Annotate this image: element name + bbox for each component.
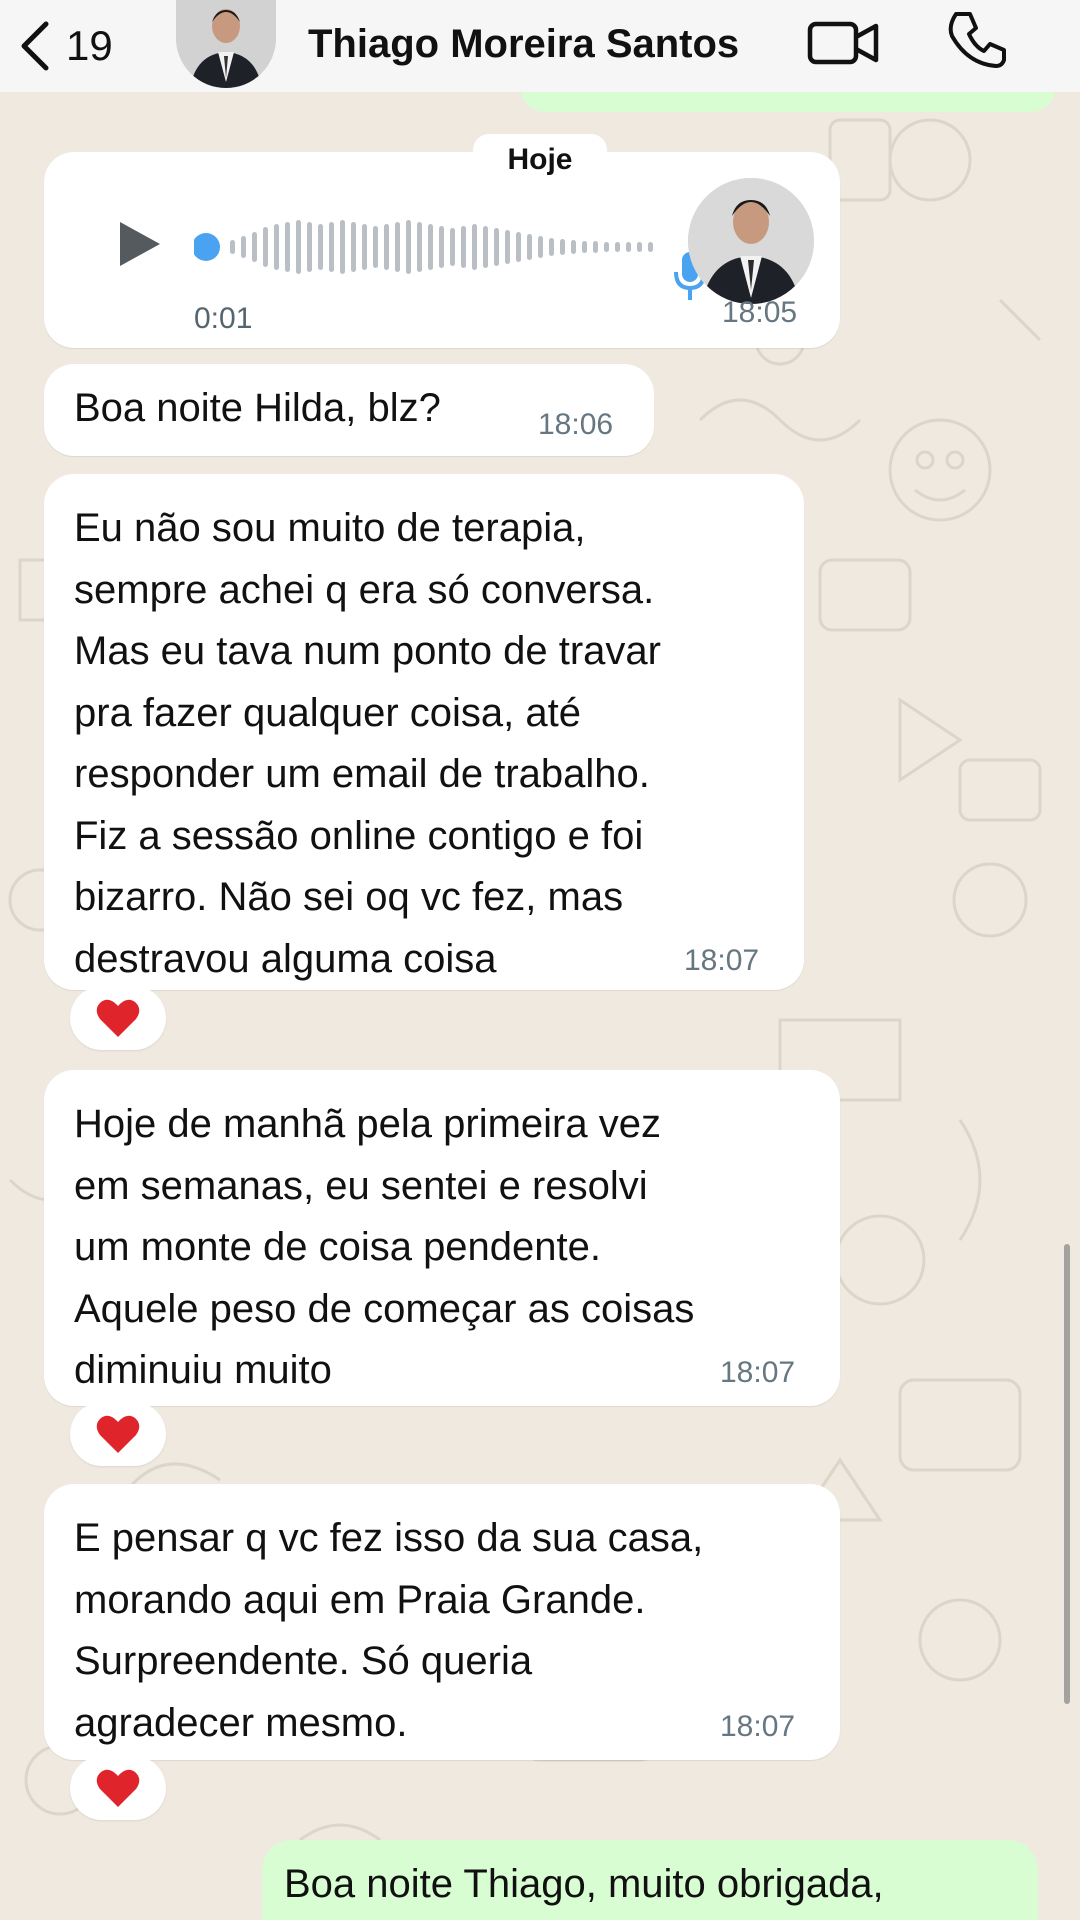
contact-avatar[interactable] <box>176 0 276 88</box>
waveform-bar <box>450 228 455 266</box>
waveform-bar <box>527 234 532 260</box>
waveform-bar <box>538 236 543 258</box>
message-text: Boa noite Thiago, muito obrigada, <box>284 1862 884 1906</box>
waveform-bar <box>428 224 433 270</box>
waveform-bar <box>516 232 521 262</box>
waveform-bar <box>263 227 268 267</box>
waveform-bar <box>582 241 587 253</box>
play-button[interactable] <box>108 214 168 274</box>
audio-waveform[interactable] <box>194 214 694 280</box>
date-separator: Hoje <box>473 134 607 186</box>
message-time: 18:07 <box>684 944 760 977</box>
message-text: Boa noite Hilda, blz? <box>74 386 441 430</box>
waveform-bar <box>472 224 477 270</box>
waveform-bar <box>626 242 631 252</box>
message-text: Eu não sou muito de terapia, sempre ache… <box>74 506 661 981</box>
waveform-bar <box>318 224 323 270</box>
waveform-bar <box>483 226 488 268</box>
waveform-bar <box>285 222 290 272</box>
heart-icon <box>96 1769 140 1807</box>
message-reaction[interactable] <box>70 986 166 1050</box>
incoming-message[interactable]: Boa noite Hilda, blz? 18:06 <box>44 364 654 456</box>
unread-count: 19 <box>66 22 113 69</box>
waveform-bar <box>549 238 554 256</box>
message-time: 18:05 <box>722 296 798 329</box>
waveform-bars <box>230 220 653 274</box>
waveform-bar <box>395 222 400 272</box>
sender-avatar <box>688 178 814 304</box>
waveform-bar <box>340 220 345 274</box>
incoming-message[interactable]: Hoje de manhã pela primeira vez em seman… <box>44 1070 840 1406</box>
chat-header: 19 Thiago Moreira Santos <box>0 0 1080 92</box>
waveform-bar <box>241 236 246 258</box>
waveform-bar <box>384 224 389 270</box>
video-camera-icon <box>807 21 879 65</box>
message-time: 18:07 <box>720 1710 796 1743</box>
message-text: Hoje de manhã pela primeira vez em seman… <box>74 1102 695 1392</box>
chevron-left-icon <box>21 21 49 71</box>
waveform-bar <box>252 232 257 262</box>
waveform-bar <box>406 220 411 274</box>
message-reaction[interactable] <box>70 1402 166 1466</box>
voice-call-button[interactable] <box>946 8 1010 72</box>
play-icon <box>120 222 160 266</box>
message-text: E pensar q vc fez isso da sua casa, mora… <box>74 1516 704 1745</box>
voice-message-bubble: 0:01 18:05 <box>44 152 840 348</box>
waveform-bar <box>307 222 312 272</box>
waveform-bar <box>604 242 609 252</box>
waveform-bar <box>351 222 356 272</box>
avatar-person-icon <box>176 0 276 88</box>
waveform-bar <box>417 222 422 272</box>
waveform-bar <box>615 242 620 252</box>
waveform-bar <box>494 228 499 266</box>
waveform-bar <box>329 222 334 272</box>
message-reaction[interactable] <box>70 1756 166 1820</box>
waveform-bar <box>230 240 235 254</box>
waveform-bar <box>362 224 367 270</box>
message-time: 18:07 <box>720 1356 796 1389</box>
incoming-message[interactable]: E pensar q vc fez isso da sua casa, mora… <box>44 1484 840 1760</box>
outgoing-message[interactable]: Boa noite Thiago, muito obrigada, <box>262 1840 1038 1920</box>
waveform-bar <box>296 220 301 274</box>
waveform-bar <box>648 242 653 252</box>
contact-name[interactable]: Thiago Moreira Santos <box>308 14 739 74</box>
waveform-bar <box>560 239 565 255</box>
waveform-bar <box>637 242 642 252</box>
waveform-bar <box>461 226 466 268</box>
heart-icon <box>96 999 140 1037</box>
incoming-message[interactable]: Eu não sou muito de terapia, sempre ache… <box>44 474 804 990</box>
back-button[interactable]: 19 <box>16 10 113 82</box>
video-call-button[interactable] <box>806 12 882 72</box>
heart-icon <box>96 1415 140 1453</box>
waveform-bar <box>571 240 576 254</box>
phone-icon <box>948 12 1006 68</box>
waveform-bar <box>593 241 598 253</box>
voice-duration: 0:01 <box>194 302 253 335</box>
waveform-bar <box>373 226 378 268</box>
waveform-bar <box>439 226 444 268</box>
waveform-bar <box>505 230 510 264</box>
waveform-bar <box>274 224 279 270</box>
message-time: 18:06 <box>538 408 614 441</box>
avatar-person-icon <box>688 178 814 304</box>
playback-scrubber[interactable] <box>194 233 220 261</box>
scrollbar[interactable] <box>1064 1244 1070 1704</box>
